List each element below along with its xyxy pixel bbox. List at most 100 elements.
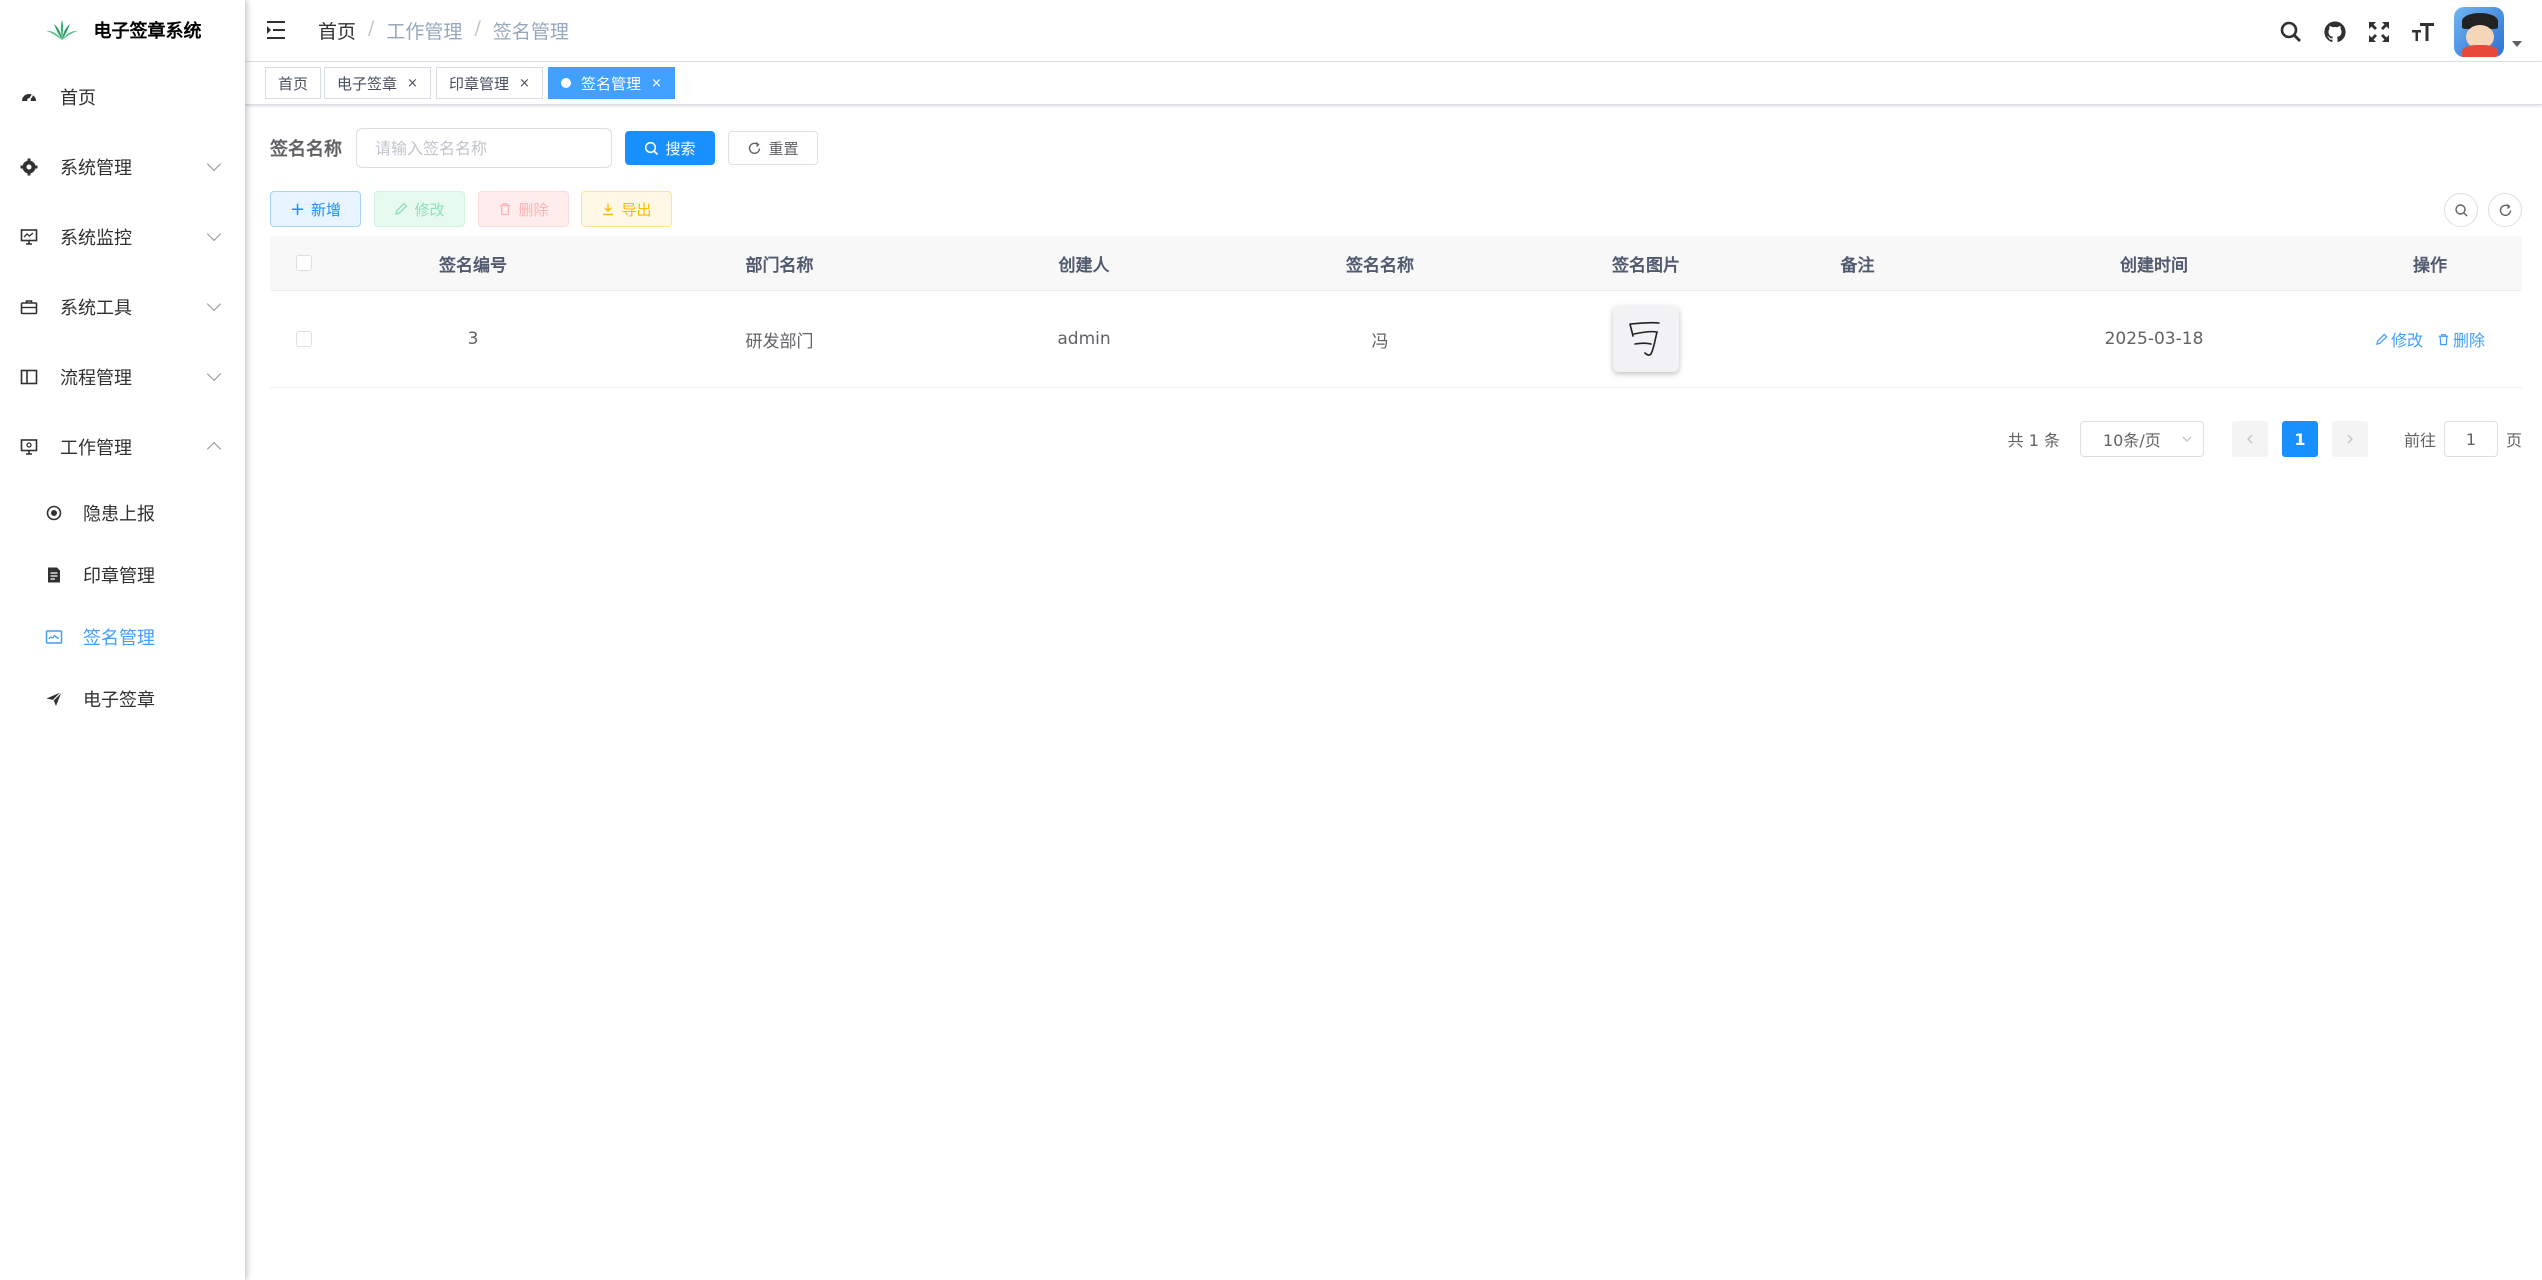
reset-button[interactable]: 重置	[728, 131, 818, 165]
signature-name-input[interactable]	[356, 128, 612, 168]
chevron-down-icon	[207, 367, 221, 381]
sidebar-item-home[interactable]: 首页	[0, 62, 245, 132]
sidebar-item-workflow[interactable]: 流程管理	[0, 342, 245, 412]
edit-button[interactable]: 修改	[374, 191, 465, 227]
sidebar-item-monitor[interactable]: 系统监控	[0, 202, 245, 272]
row-delete-link[interactable]: 删除	[2437, 327, 2485, 351]
tags-view: 首页 电子签章 × 印章管理 × 签名管理 ×	[245, 62, 2542, 105]
signature-table: 签名编号 部门名称 创建人 签名名称 签名图片 备注 创建时间 操作 3 研发部…	[270, 236, 2522, 388]
next-page-button[interactable]	[2332, 421, 2368, 457]
sidebar-item-hazard-report[interactable]: 隐患上报	[0, 482, 245, 544]
github-icon[interactable]	[2322, 19, 2348, 45]
sidebar-item-label: 系统工具	[60, 294, 132, 320]
toggle-search-button[interactable]	[2444, 193, 2478, 227]
monitor-icon	[20, 228, 38, 246]
row-edit-label: 修改	[2391, 327, 2423, 351]
app-title: 电子签章系统	[94, 17, 202, 43]
chevron-up-icon	[207, 442, 221, 456]
cell-created: 2025-03-18	[1966, 329, 2342, 349]
edit-button-label: 修改	[414, 199, 444, 220]
export-button[interactable]: 导出	[581, 191, 672, 227]
tab-e-seal[interactable]: 电子签章 ×	[324, 67, 431, 99]
active-dot-icon	[561, 78, 571, 88]
tab-label: 签名管理	[581, 73, 641, 94]
trash-icon	[498, 202, 512, 216]
close-icon[interactable]: ×	[651, 76, 662, 91]
search-form: 签名名称 搜索 重置	[270, 128, 818, 168]
sidebar-item-e-seal[interactable]: 电子签章	[0, 668, 245, 730]
refresh-icon	[747, 141, 762, 156]
download-icon	[601, 202, 615, 216]
fullscreen-icon[interactable]	[2366, 19, 2392, 45]
logo[interactable]: 电子签章系统	[0, 0, 245, 60]
hamburger-menu-icon[interactable]	[265, 19, 289, 41]
sidebar-item-label: 电子签章	[83, 686, 155, 712]
prev-page-button[interactable]	[2232, 421, 2268, 457]
goto-prefix: 前往	[2404, 427, 2436, 451]
close-icon[interactable]: ×	[407, 76, 418, 91]
sidebar-item-label: 系统监控	[60, 224, 132, 250]
search-button-label: 搜索	[665, 138, 695, 159]
header-id: 签名编号	[338, 251, 608, 276]
pagination-total: 共 1 条	[2008, 427, 2060, 451]
work-icon	[20, 438, 38, 456]
tab-label: 首页	[278, 73, 308, 94]
refresh-icon	[2498, 203, 2513, 218]
avatar[interactable]	[2454, 7, 2504, 57]
search-icon[interactable]	[2278, 19, 2304, 45]
sidebar-item-system[interactable]: 系统管理	[0, 132, 245, 202]
cell-id: 3	[338, 329, 608, 349]
sidebar-item-label: 流程管理	[60, 364, 132, 390]
page-size-select[interactable]: 10条/页	[2080, 421, 2204, 457]
row-edit-link[interactable]: 修改	[2375, 327, 2423, 351]
goto-page-input[interactable]	[2444, 421, 2498, 457]
document-icon	[45, 566, 63, 584]
search-button[interactable]: 搜索	[625, 131, 715, 165]
sidebar-item-signature-management[interactable]: 签名管理	[0, 606, 245, 668]
breadcrumb-home[interactable]: 首页	[318, 17, 356, 44]
logo-icon	[44, 18, 80, 42]
caret-down-icon[interactable]	[2512, 41, 2522, 47]
header-created: 创建时间	[1966, 251, 2342, 276]
sidebar-item-work[interactable]: 工作管理	[0, 412, 245, 482]
select-all-checkbox[interactable]	[296, 255, 312, 271]
breadcrumb: 首页 / 工作管理 / 签名管理	[318, 17, 569, 44]
add-button[interactable]: + 新增	[270, 191, 361, 227]
export-button-label: 导出	[621, 199, 651, 220]
row-checkbox[interactable]	[296, 331, 312, 347]
cell-actions: 修改 删除	[2342, 327, 2518, 351]
refresh-button[interactable]	[2488, 193, 2522, 227]
chevron-left-icon	[2245, 433, 2255, 445]
plus-icon: +	[290, 199, 305, 220]
sidebar-item-label: 系统管理	[60, 154, 132, 180]
sidebar-item-seal-management[interactable]: 印章管理	[0, 544, 245, 606]
breadcrumb-level1[interactable]: 工作管理	[386, 17, 462, 44]
tab-signature-management[interactable]: 签名管理 ×	[548, 67, 675, 99]
sidebar-item-label: 印章管理	[83, 562, 155, 588]
font-size-icon[interactable]	[2410, 19, 2436, 45]
add-button-label: 新增	[311, 199, 341, 220]
tab-seal-management[interactable]: 印章管理 ×	[436, 67, 543, 99]
page-jumper: 前往 页	[2404, 421, 2522, 457]
search-icon	[2454, 203, 2469, 218]
chevron-down-icon	[207, 157, 221, 171]
breadcrumb-current: 签名管理	[493, 17, 569, 44]
avatar-shirt	[2462, 45, 2498, 57]
signature-icon	[45, 628, 63, 646]
trash-icon	[2437, 333, 2450, 346]
reset-button-label: 重置	[768, 138, 798, 159]
close-icon[interactable]: ×	[519, 76, 530, 91]
goto-suffix: 页	[2506, 427, 2522, 451]
header-name: 签名名称	[1217, 251, 1543, 276]
toolbox-icon	[20, 298, 38, 316]
tab-home[interactable]: 首页	[265, 67, 321, 99]
delete-button[interactable]: 删除	[478, 191, 569, 227]
page-button-current[interactable]: 1	[2282, 421, 2318, 457]
handwritten-signature	[1621, 314, 1671, 364]
sidebar-item-label: 首页	[60, 84, 96, 110]
table-header: 签名编号 部门名称 创建人 签名名称 签名图片 备注 创建时间 操作	[270, 236, 2522, 291]
signature-image[interactable]	[1613, 306, 1679, 372]
search-icon	[644, 141, 659, 156]
sidebar-item-tools[interactable]: 系统工具	[0, 272, 245, 342]
breadcrumb-separator: /	[474, 17, 480, 44]
